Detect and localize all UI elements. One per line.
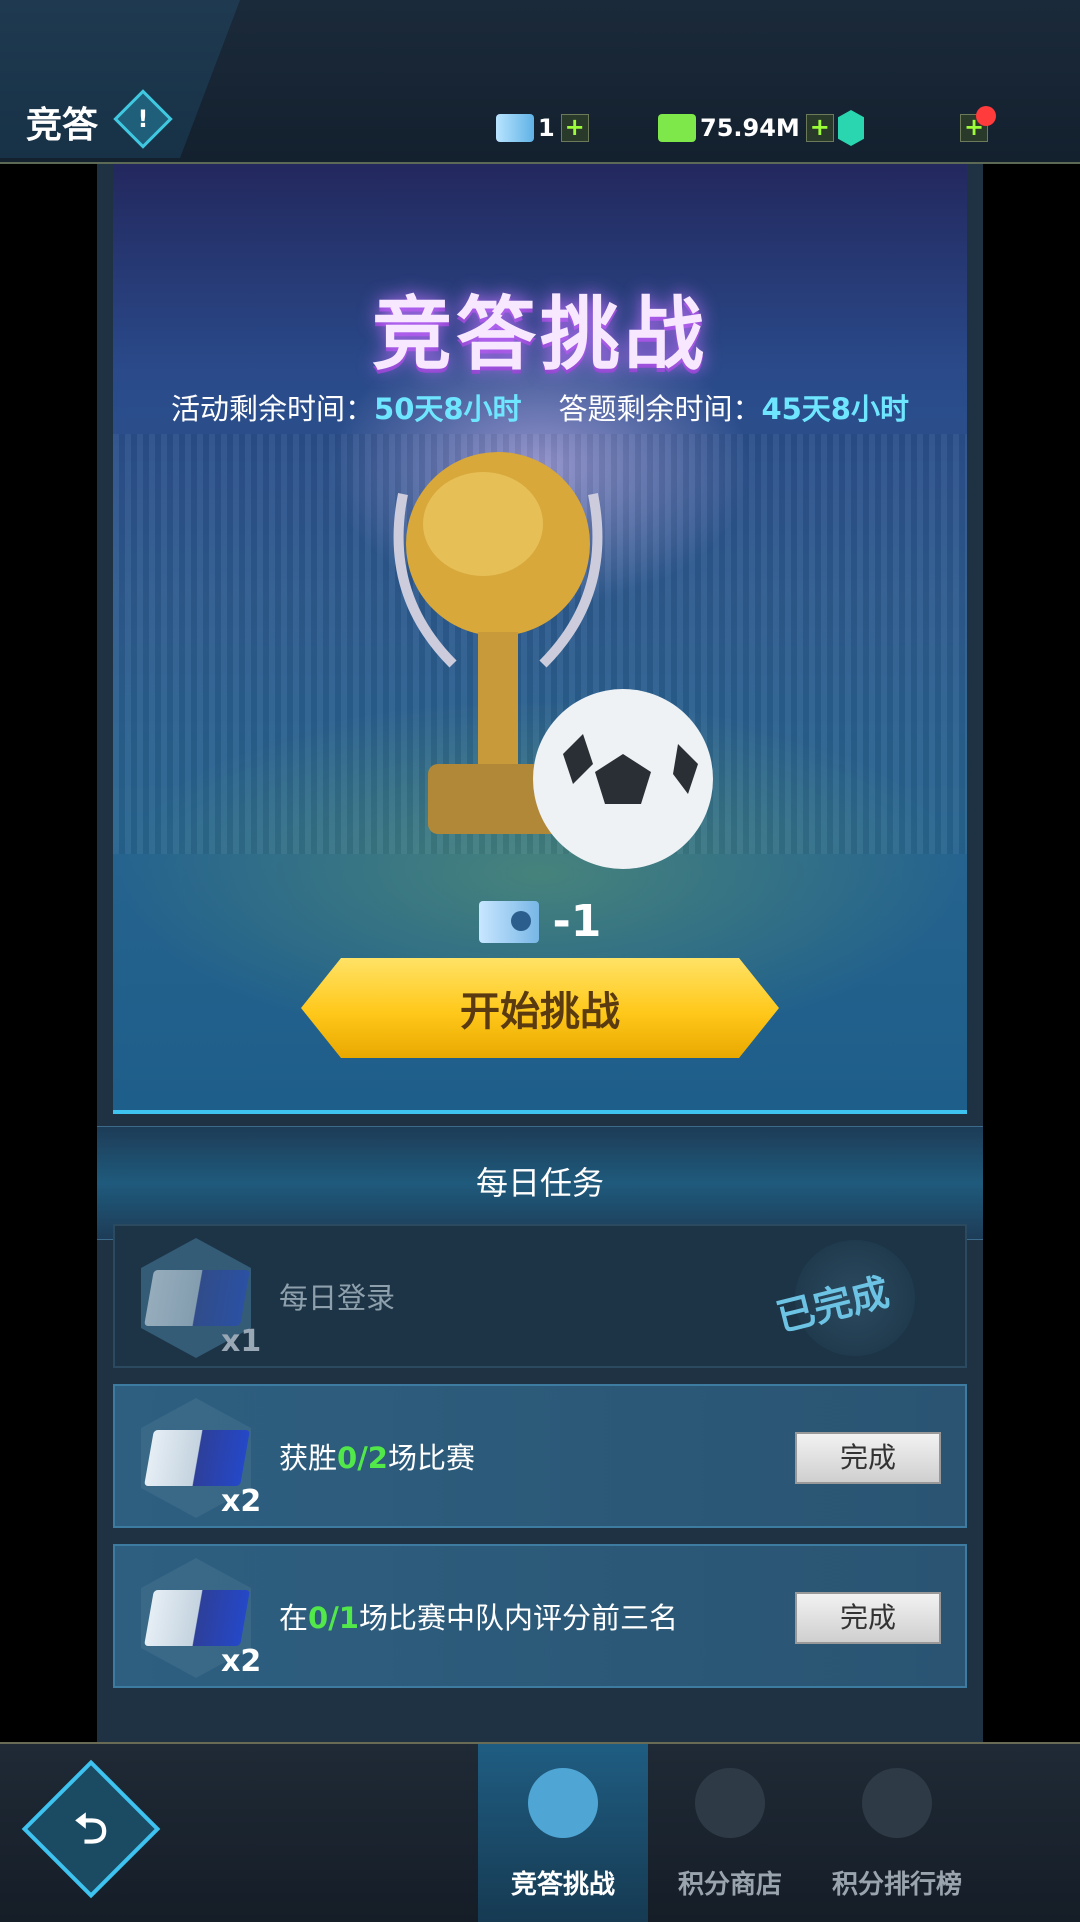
ticket-icon [478,900,539,943]
reward-icon: x1 [141,1238,261,1359]
task-progress: 0/2 [337,1441,388,1475]
task-top-three: x2 在0/1场比赛中队内评分前三名 完成 [113,1544,967,1688]
section-title: 每日任务 [475,1164,604,1202]
answer-time-label: 答题剩余时间： [558,392,762,426]
top-bar: 竞答 ! 1 + 75.94M + + [0,0,1080,164]
task-text-suffix: 场比赛 [387,1441,475,1475]
info-icon[interactable]: ! [113,89,173,149]
task-text-prefix: 获胜 [279,1441,338,1475]
timer-row: 活动剩余时间：50天8小时 答题剩余时间：45天8小时 [113,386,967,428]
back-icon[interactable]: ⮌ [21,1759,161,1899]
ticket-count: 1 [538,114,555,142]
tab-label: 竞答挑战 [510,1870,615,1900]
page-title: 竞答 [26,105,99,146]
shop-bag-icon [695,1768,765,1838]
task-progress: 0/1 [308,1601,359,1635]
cost-row: -1 [113,896,967,947]
task-text: 获胜0/2场比赛 [279,1386,475,1530]
reward-count: x1 [221,1324,262,1359]
tab-quiz-challenge[interactable]: 竞答挑战 [478,1744,648,1922]
reward-icon: x2 [141,1558,261,1679]
add-cash-button[interactable]: + [805,114,834,142]
tab-leaderboard[interactable]: 积分排行榜 [812,1744,982,1922]
tab-label: 积分商店 [677,1870,782,1900]
reward-count: x2 [221,1484,262,1519]
trophy-image [393,452,713,869]
ticket-icon [496,114,534,142]
activity-time-label: 活动剩余时间： [171,392,375,426]
title-tab: 竞答 ! [0,0,240,158]
cash-icon [658,114,696,142]
tab-label: 积分排行榜 [831,1870,962,1900]
bottom-nav: ⮌ 竞答挑战 积分商店 积分排行榜 [0,1742,1080,1922]
badge-resource [838,110,868,146]
ticket-card-icon [144,1590,250,1646]
cash-amount: 75.94M [700,114,800,142]
reward-icon: x2 [141,1398,261,1519]
ticket-card-icon [144,1430,250,1486]
complete-button[interactable]: 完成 [795,1592,941,1644]
globe-pencil-icon [528,1768,598,1838]
tab-points-shop[interactable]: 积分商店 [645,1744,815,1922]
task-text: 每日登录 [279,1281,396,1315]
task-win-matches: x2 获胜0/2场比赛 完成 [113,1384,967,1528]
hero-banner: 竞答挑战 活动剩余时间：50天8小时 答题剩余时间：45天8小时 -1 开始挑战 [113,164,967,1114]
add-ticket-button[interactable]: + [560,114,589,142]
task-text: 在0/1场比赛中队内评分前三名 [279,1546,678,1690]
notification-dot [976,106,996,126]
ticket-card-icon [144,1270,250,1326]
podium-icon [862,1768,932,1838]
reward-count: x2 [221,1644,262,1679]
shield-badge-icon [838,110,864,146]
hero-title: 竞答挑战 [372,288,708,381]
task-text-suffix: 场比赛中队内评分前三名 [358,1601,678,1635]
task-daily-login: x1 每日登录 已完成 [113,1224,967,1368]
task-text-prefix: 在 [279,1601,309,1635]
start-challenge-button[interactable]: 开始挑战 [301,958,779,1058]
ticket-cost: -1 [552,896,602,947]
ticket-resource: 1 + [496,112,589,144]
complete-button[interactable]: 完成 [795,1432,941,1484]
main-panel: 竞答挑战 活动剩余时间：50天8小时 答题剩余时间：45天8小时 -1 开始挑战… [97,164,983,1742]
answer-time-value: 45天8小时 [761,392,909,426]
daily-tasks-header: 每日任务 [97,1126,983,1240]
cash-resource: 75.94M + [658,112,834,144]
activity-time-value: 50天8小时 [374,392,522,426]
